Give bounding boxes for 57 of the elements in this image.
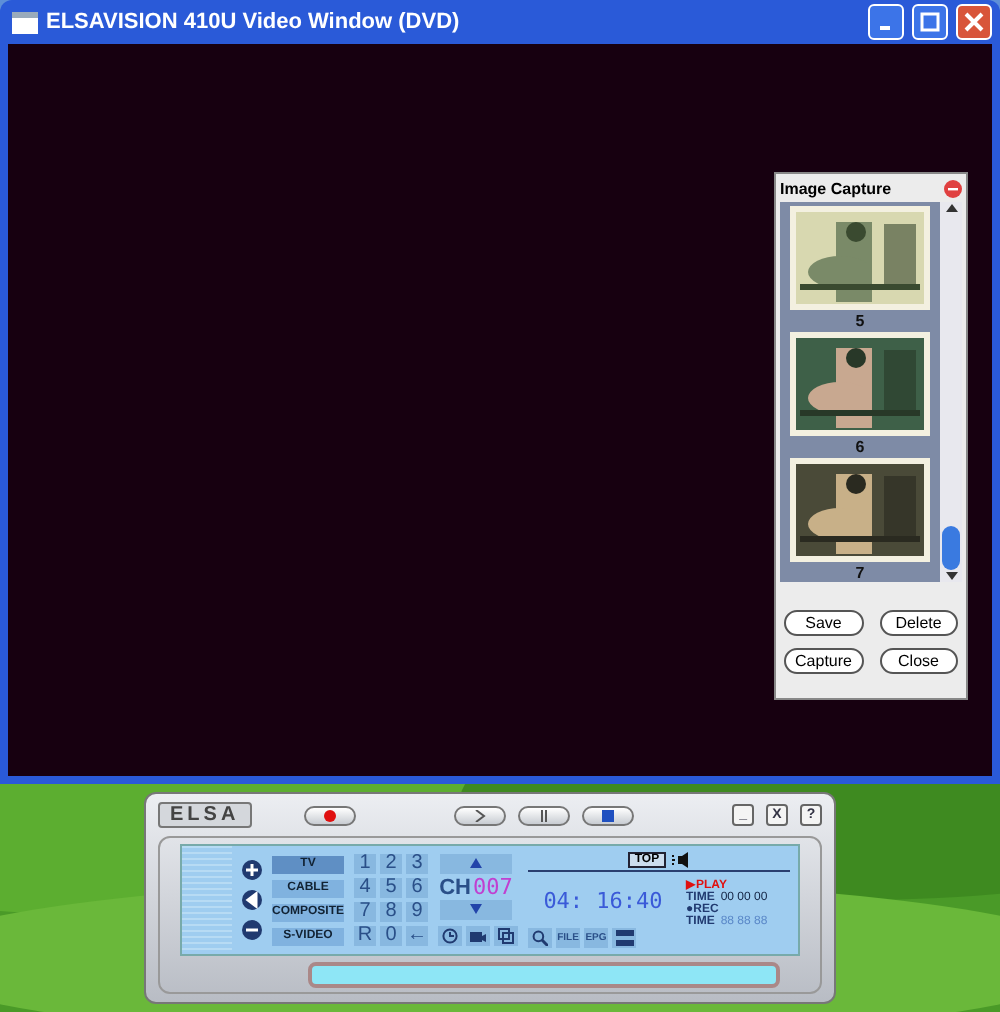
thumbnail-frame[interactable]: [790, 458, 930, 562]
window-title: ELSAVISION 410U Video Window (DVD): [46, 10, 462, 34]
minimize-button[interactable]: [868, 4, 904, 40]
record-icon: [323, 809, 336, 821]
thumbnail-frame[interactable]: [790, 332, 930, 436]
play-icon: [473, 809, 486, 821]
channel-up-button[interactable]: [440, 854, 512, 874]
panel-title: Image Capture: [780, 179, 892, 197]
logo: ELSA: [158, 802, 252, 828]
keypad-key[interactable]: 2: [380, 854, 402, 874]
thumbnail-label: 5: [855, 312, 865, 330]
keypad-key[interactable]: 3: [406, 854, 428, 874]
record-button[interactable]: [303, 805, 356, 825]
close-button[interactable]: [956, 4, 992, 40]
play-button[interactable]: [453, 805, 506, 825]
minus-icon[interactable]: [242, 920, 262, 940]
panel-button[interactable]: Close: [879, 648, 958, 674]
maximize-icon: [920, 12, 940, 32]
close-icon[interactable]: [944, 179, 962, 197]
camera-icon[interactable]: [466, 926, 490, 946]
keypad-key[interactable]: 0: [380, 926, 402, 946]
thumbnail-label: 7: [855, 564, 865, 582]
copy-icon[interactable]: [494, 926, 518, 946]
time-display: 04: 16:40: [541, 887, 665, 913]
scrollbar[interactable]: [940, 202, 962, 582]
keypad-key[interactable]: 9: [406, 902, 428, 922]
stop-icon: [601, 809, 614, 821]
window-icon: [12, 11, 38, 33]
thumbnail-label: 6: [855, 438, 865, 456]
pause-icon: [537, 809, 550, 821]
keypad-key[interactable]: 6: [406, 878, 428, 898]
scroll-thumb[interactable]: [942, 526, 960, 570]
keypad-key[interactable]: 4: [354, 878, 376, 898]
stop-button[interactable]: [581, 805, 634, 825]
close-icon: [964, 12, 984, 32]
keypad-key[interactable]: 7: [354, 902, 376, 922]
panel-button[interactable]: Capture: [784, 648, 863, 674]
clock-icon[interactable]: [438, 926, 462, 946]
channel-label: CH: [439, 876, 471, 900]
keypad-key[interactable]: 8: [380, 902, 402, 922]
pause-button[interactable]: [517, 805, 570, 825]
panel-button[interactable]: Delete: [879, 610, 958, 636]
thumbnail-frame[interactable]: [790, 206, 930, 310]
maximize-button[interactable]: [912, 4, 948, 40]
keypad-key[interactable]: 1: [354, 854, 376, 874]
channel-number: 007: [473, 874, 513, 900]
channel-down-button[interactable]: [440, 900, 512, 920]
keypad-key[interactable]: ←: [406, 926, 428, 946]
search-icon[interactable]: [528, 928, 552, 948]
grille-drawing: [182, 846, 232, 954]
panel-button[interactable]: Save: [784, 610, 863, 636]
keypad-key[interactable]: R: [354, 926, 376, 946]
down-arrow-icon: [470, 903, 482, 913]
plus-icon[interactable]: [242, 860, 262, 880]
keypad-key[interactable]: 5: [380, 878, 402, 898]
scroll-up-icon[interactable]: [945, 202, 957, 214]
up-arrow-icon: [470, 857, 482, 867]
